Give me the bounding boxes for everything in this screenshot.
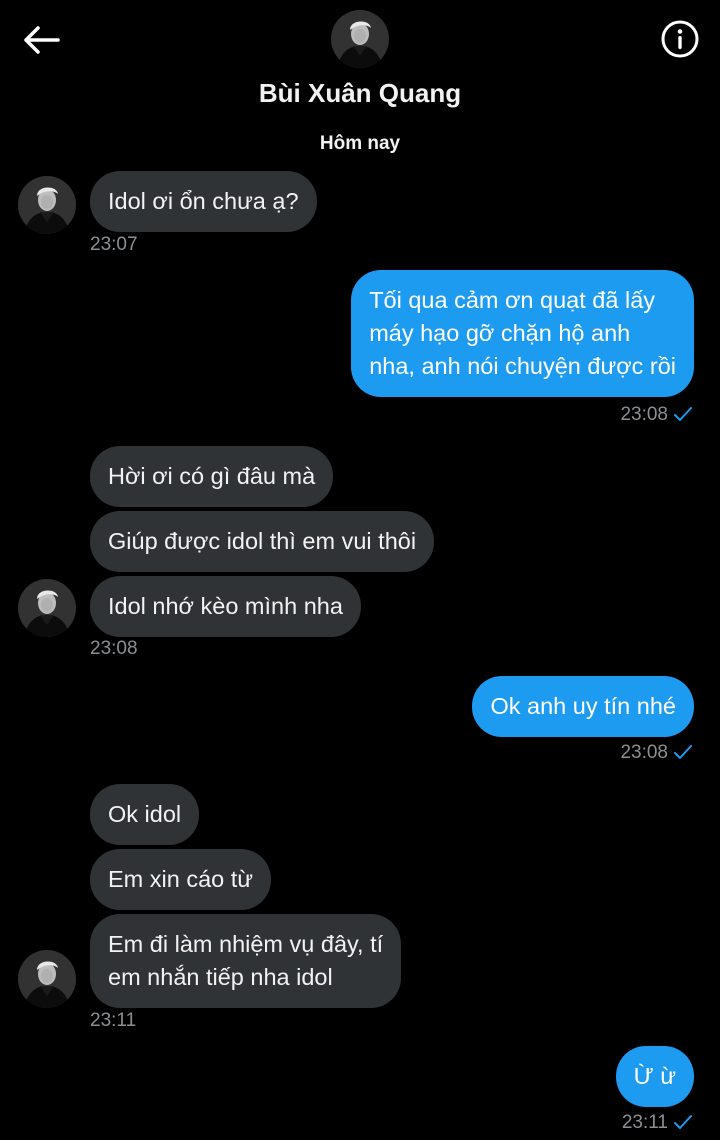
message-timestamp: 23:11	[621, 1112, 668, 1133]
chat-screen: Bùi Xuân Quang Hôm nay Idol ơi ổn chưa ạ…	[0, 0, 720, 1140]
outgoing-message[interactable]: Ok anh uy tín nhé	[472, 676, 694, 737]
arrow-left-icon	[24, 26, 60, 54]
read-check-icon	[674, 1115, 692, 1129]
outgoing-message[interactable]: Ừ ừ	[615, 1046, 694, 1107]
read-check-icon	[674, 407, 692, 421]
back-button[interactable]	[20, 20, 64, 60]
message-timestamp: 23:08	[90, 638, 138, 659]
info-button[interactable]	[660, 19, 700, 59]
incoming-message[interactable]: Idol ơi ổn chưa ạ?	[90, 171, 317, 232]
outgoing-message[interactable]: Tối qua cảm ơn quạt đã lấy máy hạo gỡ ch…	[351, 270, 694, 397]
incoming-message[interactable]: Em đi làm nhiệm vụ đây, tí em nhắn tiếp …	[90, 914, 402, 1008]
sender-avatar[interactable]	[18, 176, 76, 234]
sender-avatar[interactable]	[18, 950, 76, 1008]
message-timestamp: 23:08	[620, 742, 668, 763]
incoming-message[interactable]: Em xin cáo từ	[90, 849, 272, 910]
incoming-message[interactable]: Giúp được idol thì em vui thôi	[90, 511, 435, 572]
contact-avatar[interactable]	[331, 10, 389, 68]
read-check-icon	[674, 745, 692, 759]
message-timestamp: 23:11	[90, 1010, 137, 1031]
sender-avatar[interactable]	[18, 579, 76, 637]
day-separator: Hôm nay	[319, 133, 401, 154]
message-status: 23:08	[620, 742, 692, 764]
message-status: 23:11	[622, 1112, 692, 1134]
message-timestamp: 23:07	[90, 234, 138, 255]
incoming-message[interactable]: Ok idol	[90, 784, 200, 845]
contact-name[interactable]: Bùi Xuân Quang	[0, 78, 720, 109]
incoming-message[interactable]: Idol nhớ kèo mình nha	[90, 576, 361, 637]
info-circle-icon	[661, 20, 699, 58]
message-timestamp: 23:08	[620, 404, 668, 425]
message-status: 23:08	[620, 404, 692, 426]
incoming-message[interactable]: Hời ơi có gì đâu mà	[90, 446, 334, 507]
